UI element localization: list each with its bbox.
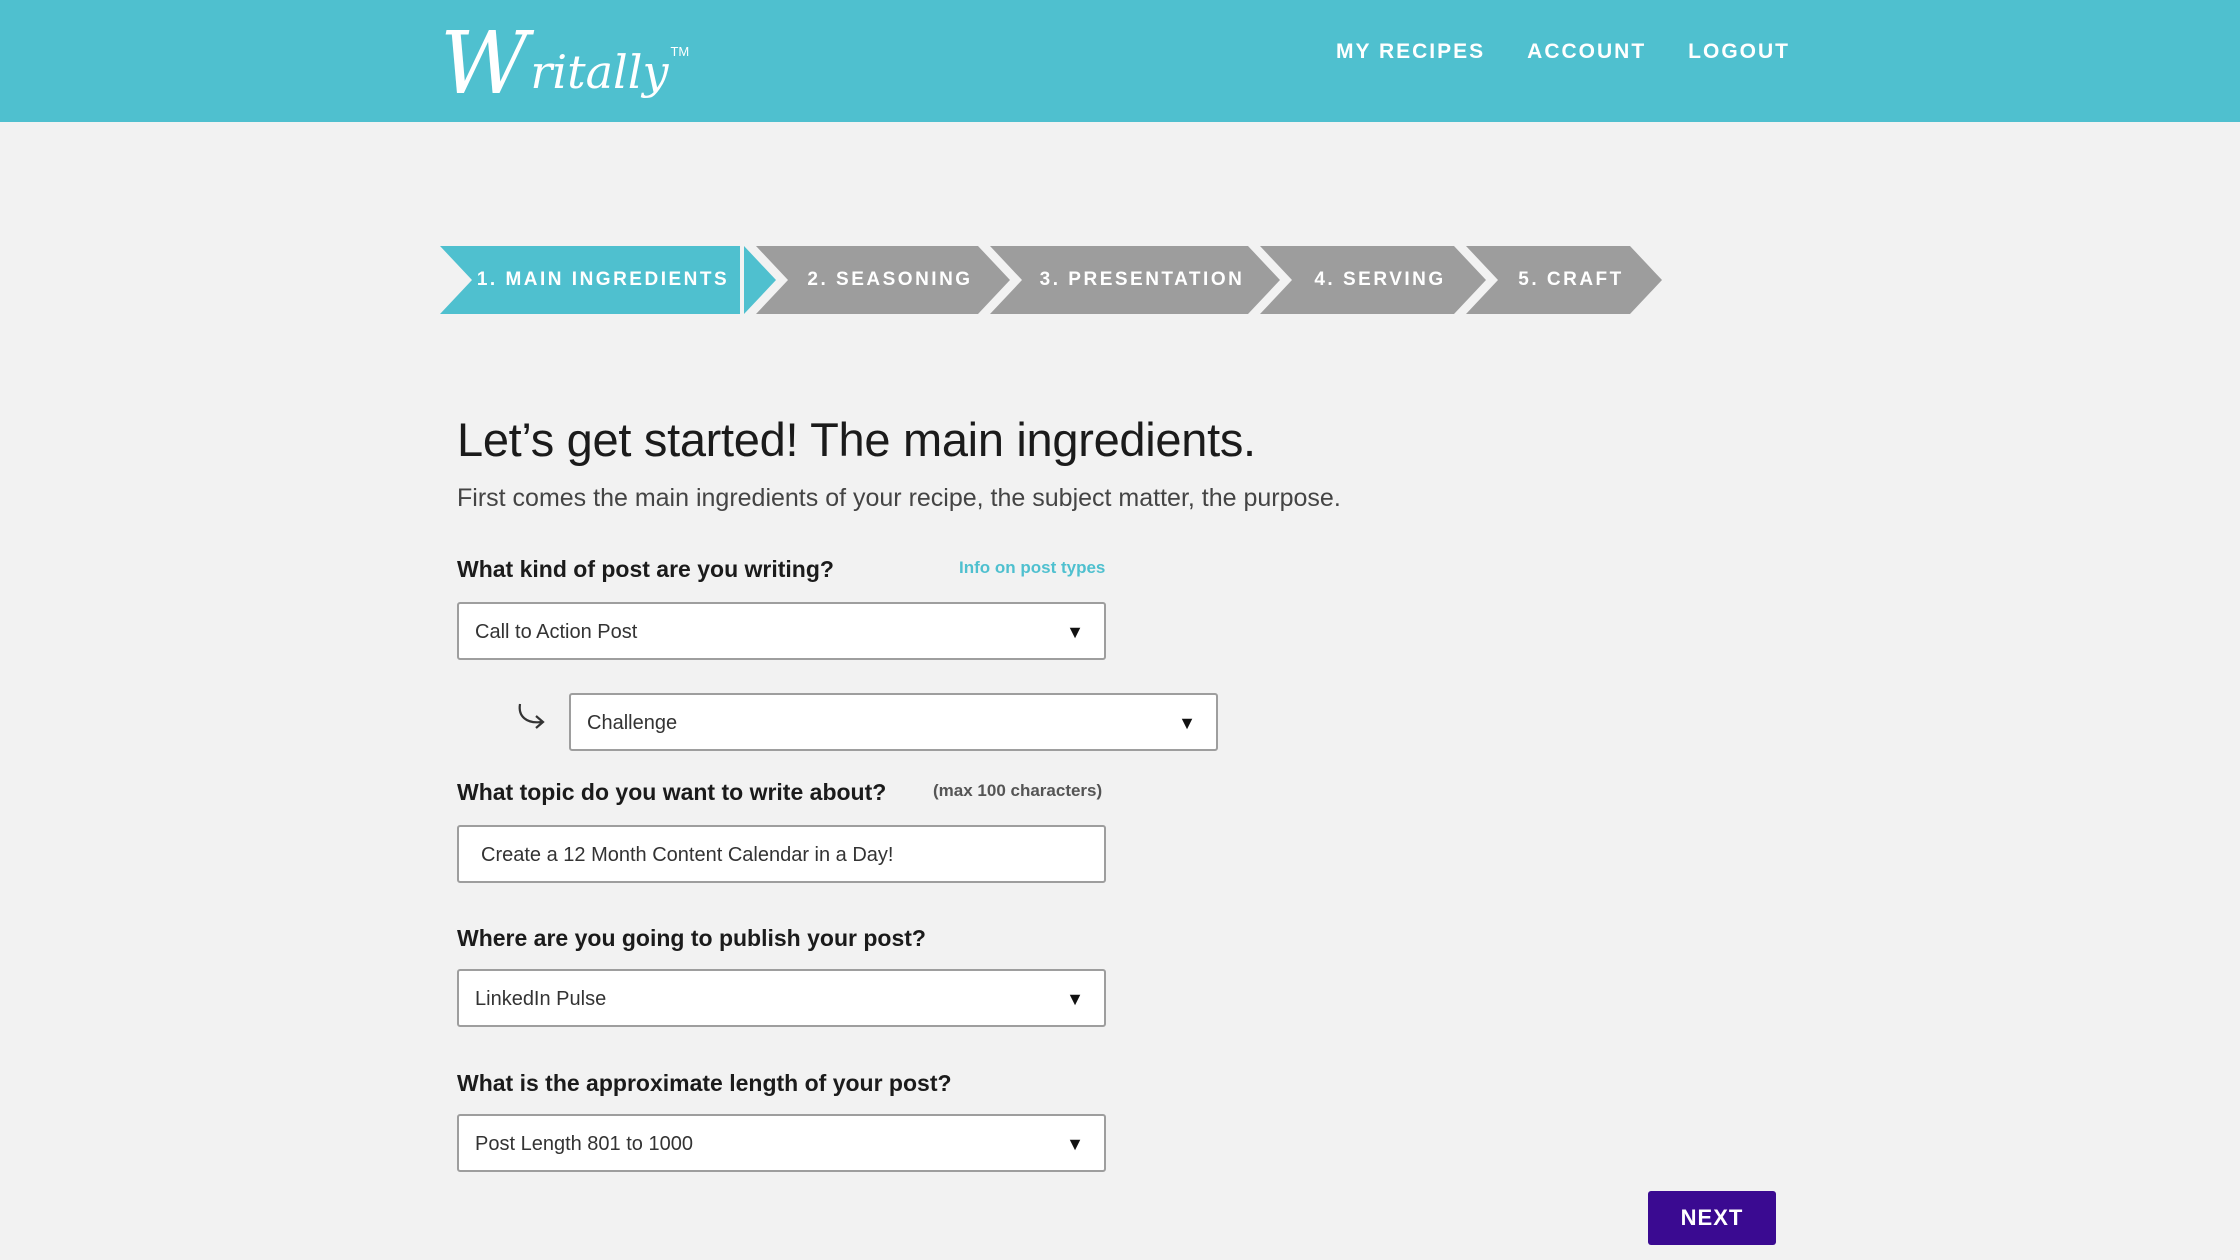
page-title: Let’s get started! The main ingredients.	[457, 413, 1256, 466]
logo-trademark: TM	[670, 44, 690, 59]
top-bar: W ritally TM MY RECIPES ACCOUNT LOGOUT	[0, 0, 2240, 122]
caret-down-icon: ▼	[1066, 989, 1084, 1009]
step-main-ingredients[interactable]: 1. MAIN INGREDIENTS	[474, 246, 732, 314]
post-type-label: What kind of post are you writing?	[457, 556, 834, 582]
info-post-types-link[interactable]: Info on post types	[959, 558, 1105, 578]
topic-input[interactable]: Create a 12 Month Content Calendar in a …	[457, 825, 1106, 883]
logo-initial: W	[440, 14, 529, 114]
step-serving[interactable]: 4. SERVING	[1294, 246, 1466, 314]
nav-my-recipes[interactable]: MY RECIPES	[1336, 40, 1485, 64]
publish-value: LinkedIn Pulse	[475, 988, 607, 1010]
step-craft[interactable]: 5. CRAFT	[1500, 246, 1642, 314]
publish-select[interactable]: LinkedIn Pulse ▼	[457, 969, 1106, 1027]
caret-down-icon: ▼	[1066, 622, 1084, 642]
topic-value: Create a 12 Month Content Calendar in a …	[481, 844, 894, 866]
step-presentation[interactable]: 3. PRESENTATION	[1024, 246, 1260, 314]
caret-down-icon: ▼	[1178, 713, 1196, 733]
page-subtitle: First comes the main ingredients of your…	[457, 484, 1341, 512]
length-select[interactable]: Post Length 801 to 1000 ▼	[457, 1114, 1106, 1172]
writally-logo[interactable]: W ritally TM	[440, 14, 690, 114]
topic-char-limit-note: (max 100 characters)	[933, 781, 1103, 800]
publish-label: Where are you going to publish your post…	[457, 925, 926, 951]
caret-down-icon: ▼	[1066, 1134, 1084, 1154]
post-subtype-value: Challenge	[587, 712, 678, 734]
post-type-value: Call to Action Post	[475, 621, 638, 643]
logo-wordmark: ritally	[530, 45, 669, 99]
post-type-select[interactable]: Call to Action Post ▼	[457, 602, 1106, 660]
nav-account[interactable]: ACCOUNT	[1527, 40, 1646, 64]
length-value: Post Length 801 to 1000	[475, 1133, 693, 1155]
nav-logout[interactable]: LOGOUT	[1688, 40, 1790, 64]
post-subtype-select[interactable]: Challenge ▼	[569, 693, 1218, 751]
curved-arrow-icon	[518, 703, 545, 729]
main-nav: MY RECIPES ACCOUNT LOGOUT	[1336, 40, 1790, 64]
step-progress: 1. MAIN INGREDIENTS 2. SEASONING 3. PRES…	[440, 246, 1670, 314]
step-seasoning[interactable]: 2. SEASONING	[790, 246, 990, 314]
next-button[interactable]: NEXT	[1648, 1191, 1776, 1245]
topic-label: What topic do you want to write about?	[457, 779, 887, 805]
length-label: What is the approximate length of your p…	[457, 1070, 952, 1096]
